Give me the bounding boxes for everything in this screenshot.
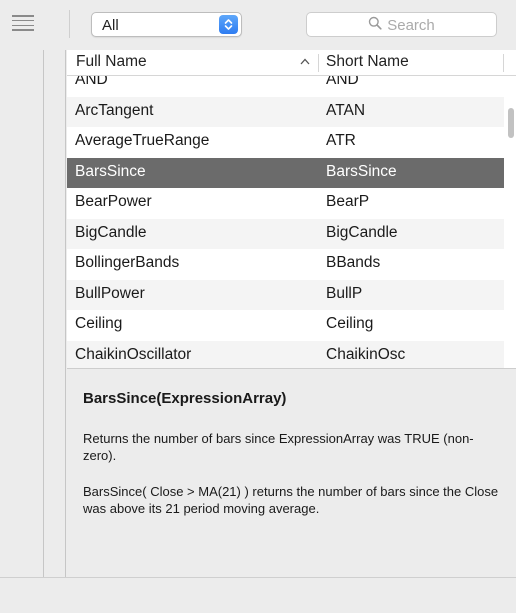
cell-full-name: AverageTrueRange xyxy=(75,132,210,149)
table-row[interactable]: BollingerBands BBands xyxy=(67,249,504,280)
cell-full-name: BarsSince xyxy=(75,162,146,180)
cell-short-name: BigCandle xyxy=(326,223,398,241)
cell-short-name: BullP xyxy=(326,284,363,302)
cell-full-name: Ceiling xyxy=(75,315,123,332)
search-input[interactable]: Search xyxy=(306,12,497,37)
description-pane: BarsSince(ExpressionArray) Returns the n… xyxy=(67,368,516,577)
vertical-scrollbar[interactable] xyxy=(508,108,514,138)
cell-short-name: Ceiling xyxy=(326,315,374,332)
table-row[interactable]: ChaikinOscillator ChaikinOsc xyxy=(67,340,504,368)
cell-full-name: BollingerBands xyxy=(75,254,180,271)
cell-short-name: BBands xyxy=(326,254,381,271)
status-bar xyxy=(0,577,516,613)
sidebar xyxy=(0,50,44,577)
column-header-full-name[interactable]: Full Name xyxy=(76,53,147,71)
table-row[interactable]: AverageTrueRange ATR xyxy=(67,127,504,158)
cell-full-name: BearPower xyxy=(75,193,152,210)
chevron-up-down-icon xyxy=(219,15,238,34)
table-row[interactable]: ArcTangent ATAN xyxy=(67,96,504,127)
table-body: AND AND ArcTangent ATAN AverageTrueRange ATR B… xyxy=(67,66,504,368)
column-header-short-name[interactable]: Short Name xyxy=(326,53,409,71)
cell-short-name: BarsSince xyxy=(326,162,397,180)
column-divider xyxy=(503,54,504,72)
search-placeholder: Search xyxy=(387,17,435,34)
cell-short-name: BearP xyxy=(326,193,370,210)
category-filter-select[interactable]: All xyxy=(91,12,242,37)
sidebar-toggle-icon[interactable] xyxy=(12,15,34,31)
table-row[interactable]: BearPower BearP xyxy=(67,188,504,219)
table-header: Full Name Short Name xyxy=(67,50,516,76)
cell-full-name: BigCandle xyxy=(75,223,147,241)
description-example: BarsSince( Close > MA(21) ) returns the … xyxy=(83,484,499,516)
search-icon xyxy=(368,16,382,35)
category-filter-value: All xyxy=(102,17,119,34)
cell-full-name: ArcTangent xyxy=(75,101,154,119)
toolbar: All Search xyxy=(0,0,516,50)
toolbar-separator xyxy=(69,10,70,38)
table-row[interactable]: BullPower BullP xyxy=(67,279,504,310)
table-row[interactable]: Ceiling Ceiling xyxy=(67,310,504,341)
cell-full-name: ChaikinOscillator xyxy=(75,345,192,363)
column-divider xyxy=(318,54,319,72)
functions-table[interactable]: AND AND ArcTangent ATAN AverageTrueRange ATR B… xyxy=(67,50,516,368)
description-title: BarsSince(ExpressionArray) xyxy=(83,390,287,407)
table-row[interactable]: BigCandle BigCandle xyxy=(67,218,504,249)
description-text: Returns the number of bars since Express… xyxy=(83,431,474,463)
cell-full-name: BullPower xyxy=(75,284,145,302)
side-panel xyxy=(44,50,66,577)
sort-ascending-icon[interactable] xyxy=(300,56,310,68)
table-row[interactable]: BarsSince BarsSince xyxy=(67,157,504,188)
cell-short-name: ChaikinOsc xyxy=(326,345,406,363)
cell-short-name: ATAN xyxy=(326,101,366,119)
cell-short-name: ATR xyxy=(326,132,356,149)
